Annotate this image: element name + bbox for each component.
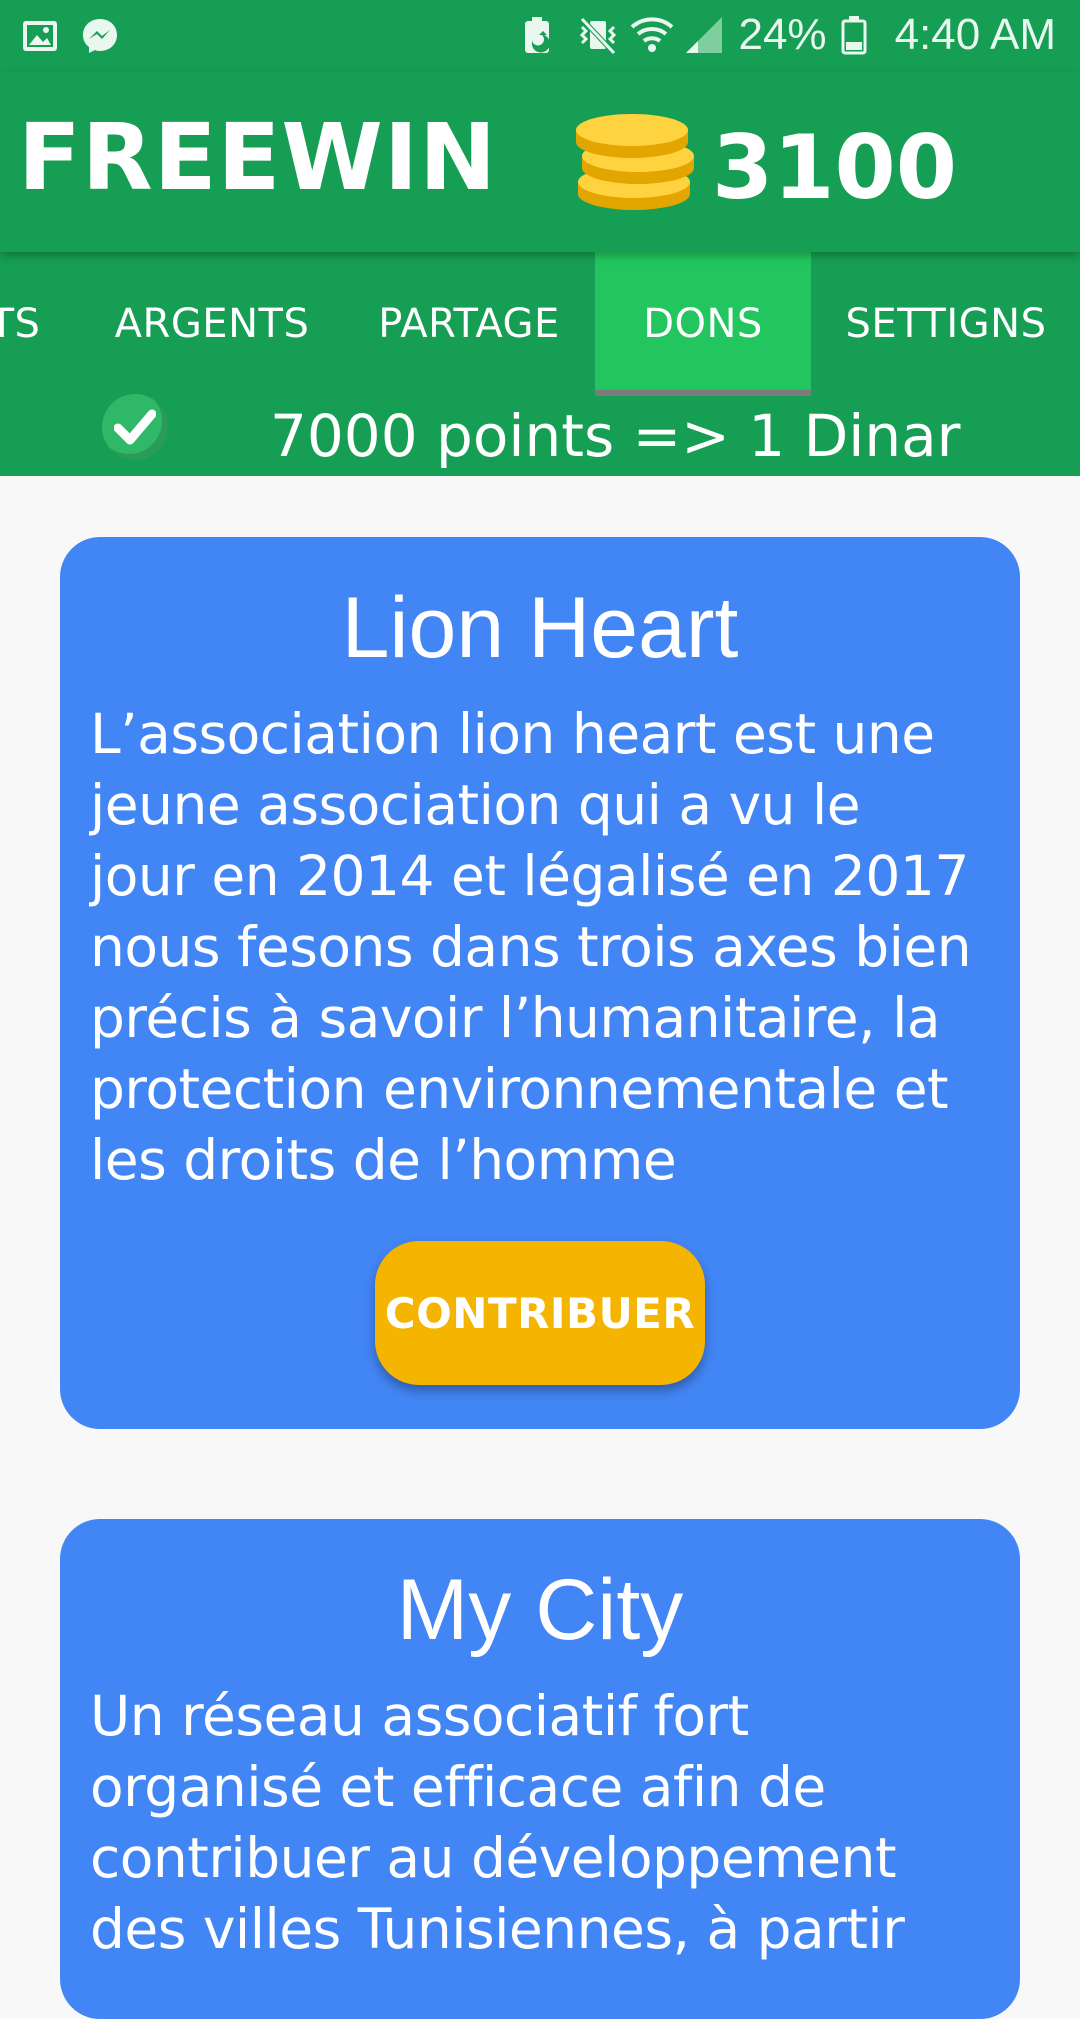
- tab-dons[interactable]: DONS: [595, 252, 811, 396]
- points-rate-bar: 7000 points => 1 Dinar: [0, 394, 1080, 476]
- tab-settings[interactable]: SETTIGNS: [824, 252, 1068, 396]
- status-right: 24% 4:40 AM: [522, 10, 1056, 60]
- rate-text: 7000 points => 1 Dinar: [270, 402, 961, 470]
- tab-partage[interactable]: PARTAGE: [344, 252, 594, 396]
- battery-saver-icon: [522, 15, 562, 55]
- wifi-icon: [630, 15, 674, 55]
- check-icon: [102, 394, 168, 460]
- image-icon: [20, 16, 60, 56]
- description-line: contribuer au développement: [90, 1826, 897, 1890]
- coins-stack-icon: [574, 106, 698, 216]
- signal-icon: [684, 15, 724, 55]
- status-left: [20, 16, 120, 56]
- app-bar: FREEWIN 3100: [0, 72, 1080, 252]
- battery-icon: [841, 15, 881, 55]
- description-line: Un réseau associatif fort: [90, 1684, 749, 1748]
- description-line: précis à savoir l’humanitaire, la: [90, 986, 941, 1050]
- description-line: jour en 2014 et légalisé en 2017: [90, 844, 969, 908]
- description-line: des villes Tunisiennes, à partir: [90, 1897, 905, 1961]
- status-bar: 24% 4:40 AM: [0, 0, 1080, 72]
- tab-bar: TS ARGENTS PARTAGE DONS SETTIGNS: [0, 252, 1080, 396]
- clock: 4:40 AM: [894, 10, 1056, 59]
- contribuer-button[interactable]: CONTRIBUER: [375, 1241, 705, 1385]
- tab-argents[interactable]: ARGENTS: [86, 252, 338, 396]
- messenger-icon: [80, 16, 120, 56]
- description-line: protection environnementale et: [90, 1057, 949, 1121]
- battery-percent: 24%: [738, 10, 827, 59]
- description-line: les droits de l’homme: [90, 1128, 677, 1192]
- card-title: My City: [396, 1562, 684, 1658]
- card-title: Lion Heart: [341, 580, 739, 676]
- vibrate-mute-icon: [576, 15, 617, 55]
- description-line: L’association lion heart est une: [90, 702, 935, 766]
- description-line: organisé et efficace afin de: [90, 1755, 826, 1819]
- tab-partial[interactable]: TS: [0, 252, 60, 396]
- coin-balance: 3100: [712, 116, 957, 219]
- donation-card-lion-heart: Lion Heart L’association lion heart est …: [60, 537, 1020, 1429]
- donation-card-my-city: My City Un réseau associatif fort organi…: [60, 1519, 1020, 2019]
- app-title: FREEWIN: [18, 104, 498, 211]
- card-description: Un réseau associatif fort organisé et ef…: [90, 1681, 990, 1965]
- description-line: nous fesons dans trois axes bien: [90, 915, 972, 979]
- card-description: L’association lion heart est une jeune a…: [90, 699, 990, 1196]
- description-line: jeune association qui a vu le: [90, 773, 861, 837]
